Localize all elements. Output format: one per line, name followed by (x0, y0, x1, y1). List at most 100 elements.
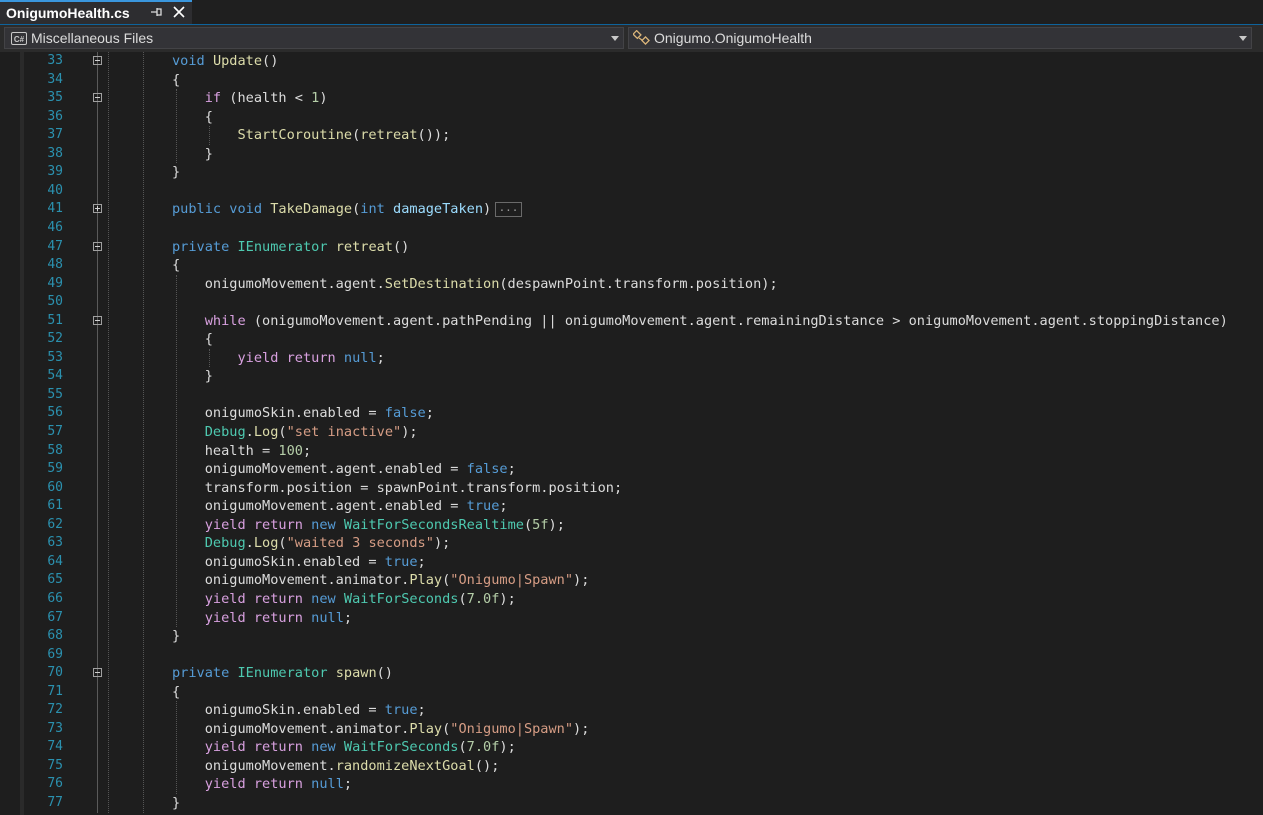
collapsed-region-ellipsis[interactable]: ... (495, 202, 522, 218)
tab-onigumohealth-cs[interactable]: OnigumoHealth.cs (0, 0, 192, 24)
code-text: yield return new WaitForSeconds(7.0f); (204, 739, 516, 756)
class-icon (633, 30, 650, 45)
code-line[interactable]: 66 yield return new WaitForSeconds(7.0f)… (0, 590, 1263, 609)
code-line[interactable]: 53 yield return null; (0, 349, 1263, 368)
code-text: yield return null; (237, 349, 385, 366)
code-line[interactable]: 73 onigumoMovement.animator.Play("Onigum… (0, 720, 1263, 739)
code-line[interactable]: 36 { (0, 108, 1263, 127)
code-line[interactable]: 68} (0, 627, 1263, 646)
code-line[interactable]: 56 onigumoSkin.enabled = false; (0, 404, 1263, 423)
line-number: 66 (47, 590, 63, 606)
code-line[interactable]: 50 (0, 293, 1263, 312)
line-number: 54 (47, 368, 63, 384)
code-line[interactable]: 54 } (0, 367, 1263, 386)
code-line[interactable]: 49 onigumoMovement.agent.SetDestination(… (0, 275, 1263, 294)
collapse-region-icon[interactable] (93, 93, 102, 103)
code-line[interactable]: 67 yield return null; (0, 609, 1263, 628)
code-line[interactable]: 76 yield return null; (0, 775, 1263, 794)
indent-guide (176, 701, 177, 794)
line-number: 75 (47, 757, 63, 773)
code-text: { (172, 257, 181, 274)
indent-guide (176, 274, 177, 628)
code-line[interactable]: 41 public void TakeDamage(int damageTaken… (0, 200, 1263, 219)
navigation-bar: C# Miscellaneous Files Onigumo.OnigumoHe… (0, 25, 1263, 53)
code-text: { (172, 683, 181, 700)
line-number: 63 (47, 535, 63, 551)
code-line[interactable]: 69 (0, 646, 1263, 665)
code-line[interactable]: 33 void Update() (0, 52, 1263, 71)
code-line[interactable]: 63 Debug.Log("waited 3 seconds"); (0, 534, 1263, 553)
code-line[interactable]: 75 onigumoMovement.randomizeNextGoal(); (0, 757, 1263, 776)
line-number: 35 (47, 90, 63, 106)
code-text: yield return new WaitForSeconds(7.0f); (204, 590, 516, 607)
code-line[interactable]: 38 } (0, 145, 1263, 164)
project-dropdown[interactable]: C# Miscellaneous Files (4, 27, 624, 49)
code-line[interactable]: 58 health = 100; (0, 442, 1263, 461)
csharp-project-icon: C# (11, 31, 27, 45)
code-line[interactable]: 47 private IEnumerator retreat() (0, 238, 1263, 257)
line-number: 64 (47, 553, 63, 569)
line-number: 72 (47, 702, 63, 718)
code-line[interactable]: 59 onigumoMovement.agent.enabled = false… (0, 460, 1263, 479)
line-number: 65 (47, 572, 63, 588)
code-line[interactable]: 39} (0, 163, 1263, 182)
collapse-region-icon[interactable] (93, 56, 102, 65)
code-text: Debug.Log("waited 3 seconds"); (204, 535, 451, 552)
line-number: 55 (47, 386, 63, 402)
code-editor[interactable]: 33 void Update() 34{35 if (health < 1) 36 {… (0, 52, 1263, 815)
line-number: 60 (47, 479, 63, 495)
code-line[interactable]: 74 yield return new WaitForSeconds(7.0f)… (0, 738, 1263, 757)
code-line[interactable]: 48 { (0, 256, 1263, 275)
code-line[interactable]: 70 private IEnumerator spawn() (0, 664, 1263, 683)
code-text: public void TakeDamage(int damageTaken) (172, 201, 492, 218)
code-line[interactable]: 51 while (onigumoMovement.agent.pathPend… (0, 312, 1263, 331)
type-dropdown[interactable]: Onigumo.OnigumoHealth (628, 27, 1252, 49)
code-text: onigumoMovement.animator.Play("Onigumo|S… (172, 572, 590, 589)
code-line[interactable]: 64 onigumoSkin.enabled = true; (0, 553, 1263, 572)
code-line[interactable]: 46 (0, 219, 1263, 238)
code-line[interactable]: 65 onigumoMovement.animator.Play("Onigum… (0, 571, 1263, 590)
collapse-region-icon[interactable] (93, 241, 102, 251)
collapse-region-icon[interactable] (93, 315, 102, 325)
pin-icon[interactable] (149, 5, 163, 19)
indent-guide (209, 348, 210, 368)
code-text: if (health < 1) (204, 90, 328, 107)
expand-region-icon[interactable] (93, 204, 102, 214)
close-icon[interactable] (171, 4, 187, 20)
code-line[interactable]: 52 { (0, 330, 1263, 349)
code-text: while (onigumoMovement.agent.pathPending… (204, 312, 1228, 329)
code-line[interactable]: 72 onigumoSkin.enabled = true; (0, 701, 1263, 720)
code-text: yield return null; (204, 609, 353, 626)
code-text: } (172, 795, 181, 811)
line-number: 74 (47, 739, 63, 755)
line-number: 53 (47, 349, 63, 365)
collapse-region-icon[interactable] (93, 668, 102, 678)
line-number: 70 (47, 665, 63, 681)
indent-guide (209, 126, 210, 145)
code-text: { (172, 331, 213, 348)
code-line[interactable]: 77} (0, 794, 1263, 813)
code-text: onigumoSkin.enabled = true; (172, 702, 426, 719)
line-number: 47 (47, 238, 63, 254)
code-line[interactable]: 62 yield return new WaitForSecondsRealti… (0, 516, 1263, 535)
line-number: 40 (47, 182, 63, 198)
code-line[interactable]: 61 onigumoMovement.agent.enabled = true; (0, 497, 1263, 516)
code-text: Debug.Log("set inactive"); (204, 424, 418, 440)
line-number: 49 (47, 275, 63, 291)
chevron-down-icon (611, 36, 619, 41)
line-number: 67 (47, 609, 63, 625)
code-line[interactable]: 35 if (health < 1) (0, 89, 1263, 108)
code-line[interactable]: 34 { (0, 71, 1263, 90)
line-number: 50 (47, 294, 63, 310)
code-line[interactable]: 37 StartCoroutine(retreat()); (0, 126, 1263, 145)
code-text: onigumoSkin.enabled = false; (172, 405, 434, 422)
code-line[interactable]: 71 { (0, 683, 1263, 702)
line-number: 48 (47, 257, 63, 273)
code-text: } (172, 164, 181, 181)
line-number: 62 (47, 516, 63, 532)
type-dropdown-label: Onigumo.OnigumoHealth (654, 30, 812, 46)
code-line[interactable]: 40 (0, 182, 1263, 201)
code-line[interactable]: 57 Debug.Log("set inactive"); (0, 423, 1263, 442)
code-line[interactable]: 60 transform.position = spawnPoint.trans… (0, 479, 1263, 498)
code-line[interactable]: 55 (0, 386, 1263, 405)
